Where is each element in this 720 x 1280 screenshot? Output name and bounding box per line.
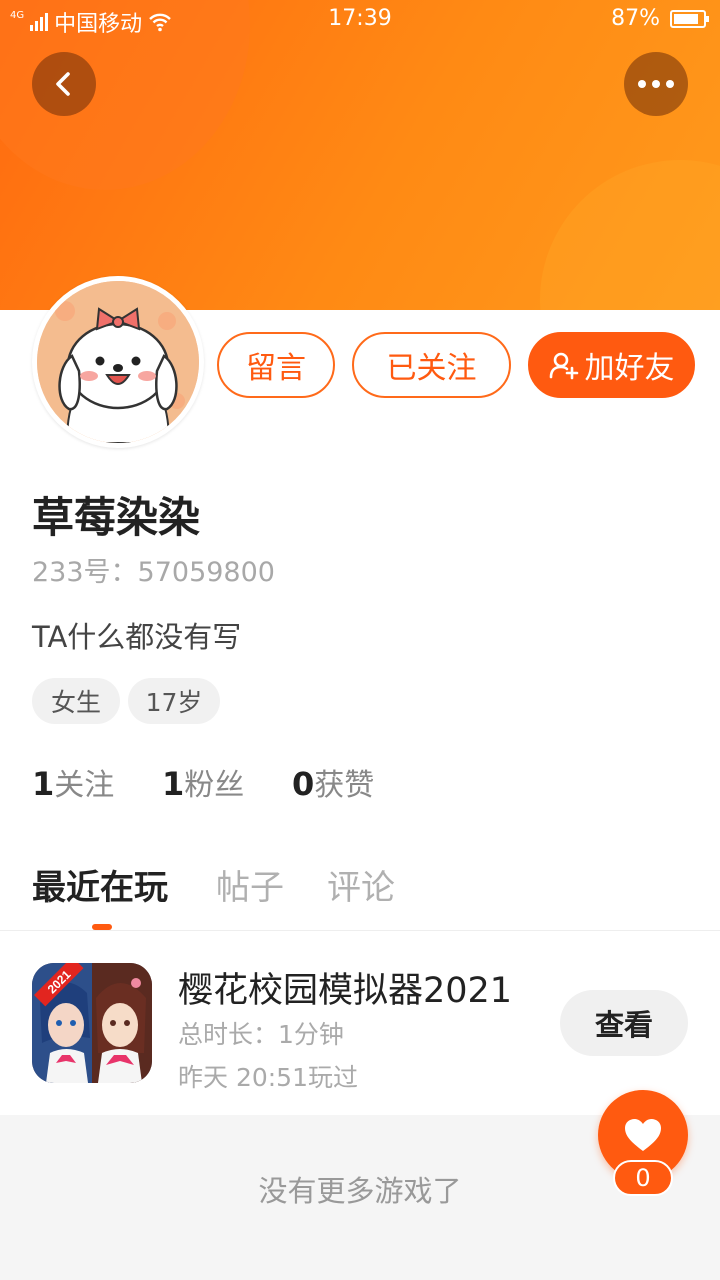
more-dots-icon	[638, 80, 674, 88]
no-more-games-text: 没有更多游戏了	[258, 1174, 462, 1208]
divider	[0, 930, 720, 931]
add-friend-button[interactable]: 加好友	[528, 332, 695, 398]
gender-tag: 女生	[32, 678, 120, 724]
game-icon[interactable]: 2021	[32, 963, 152, 1083]
age-tag: 17岁	[128, 678, 220, 724]
followers-label: 粉丝	[184, 768, 245, 803]
game-title[interactable]: 樱花校园模拟器2021	[178, 962, 512, 1013]
profile-bio: TA什么都没有写	[32, 620, 242, 654]
avatar[interactable]	[32, 276, 204, 448]
profile-uid: 233号：57059800	[32, 557, 275, 588]
profile-name: 草莓染染	[32, 493, 201, 542]
avatar-puppy-image	[37, 281, 199, 443]
more-button[interactable]	[624, 52, 688, 116]
following-stat[interactable]: 1关注	[32, 760, 114, 804]
banner-decoration	[540, 160, 720, 310]
game-duration: 总时长：1分钟	[178, 1020, 344, 1049]
tab-comments[interactable]: 评论	[327, 860, 395, 909]
followers-stat[interactable]: 1粉丝	[162, 760, 244, 804]
following-label: 关注	[54, 768, 115, 803]
chevron-left-icon	[56, 72, 70, 96]
add-user-icon	[549, 352, 578, 380]
likes-label: 获赞	[314, 768, 375, 803]
battery-percent: 87%	[611, 6, 660, 31]
likes-stat[interactable]: 0获赞	[292, 760, 374, 804]
like-count: 0	[613, 1160, 673, 1196]
following-count: 1	[32, 765, 55, 803]
status-bar: 4G 中国移动 17:39 87%	[0, 0, 720, 40]
message-button[interactable]: 留言	[217, 332, 335, 398]
battery-icon	[670, 9, 709, 28]
profile-banner	[0, 0, 720, 310]
heart-icon	[625, 1119, 661, 1151]
view-game-button[interactable]: 查看	[560, 990, 688, 1056]
back-button[interactable]	[32, 52, 96, 116]
tab-posts[interactable]: 帖子	[216, 860, 284, 909]
add-friend-label: 加好友	[584, 351, 675, 386]
following-button[interactable]: 已关注	[352, 332, 511, 398]
game-cover-image: 2021	[32, 963, 152, 1083]
game-last-played: 昨天 20:51玩过	[178, 1063, 358, 1092]
tab-recent-games[interactable]: 最近在玩	[32, 860, 168, 909]
followers-count: 1	[162, 765, 185, 803]
likes-count: 0	[292, 765, 315, 803]
